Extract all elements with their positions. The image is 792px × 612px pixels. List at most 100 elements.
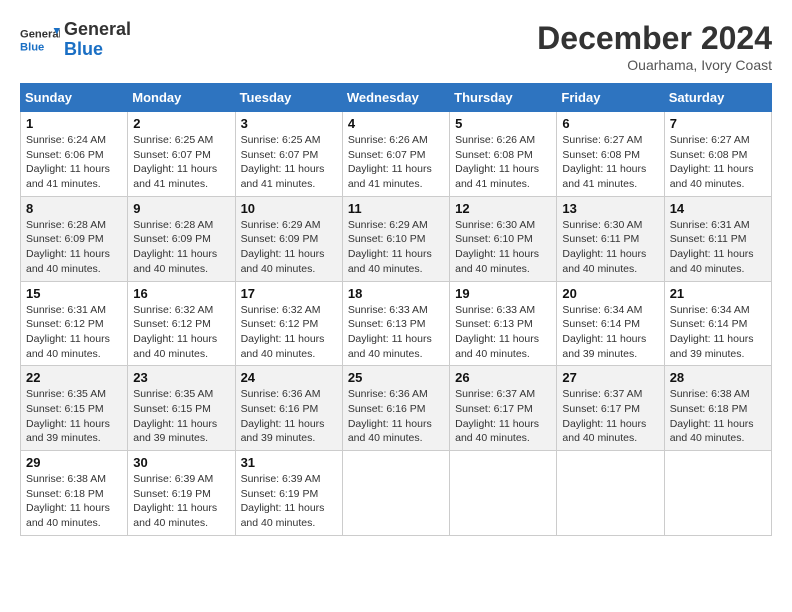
day-info: Sunrise: 6:35 AMSunset: 6:15 PMDaylight:… bbox=[26, 387, 122, 446]
day-number: 15 bbox=[26, 286, 122, 301]
logo: General Blue General Blue bbox=[20, 20, 131, 60]
calendar-cell bbox=[342, 451, 449, 536]
day-info: Sunrise: 6:38 AMSunset: 6:18 PMDaylight:… bbox=[670, 387, 766, 446]
calendar-cell: 12 Sunrise: 6:30 AMSunset: 6:10 PMDayligh… bbox=[450, 196, 557, 281]
calendar-cell bbox=[664, 451, 771, 536]
day-info: Sunrise: 6:24 AMSunset: 6:06 PMDaylight:… bbox=[26, 133, 122, 192]
calendar-cell: 25Sunrise: 6:36 AMSunset: 6:16 PMDayligh… bbox=[342, 366, 449, 451]
day-number: 6 bbox=[562, 116, 658, 131]
calendar-cell: 3Sunrise: 6:25 AMSunset: 6:07 PMDaylight… bbox=[235, 112, 342, 197]
page-header: General Blue General Blue December 2024 … bbox=[20, 20, 772, 73]
weekday-header-thursday: Thursday bbox=[450, 84, 557, 112]
day-info: Sunrise: 6:30 AMSunset: 6:11 PMDaylight:… bbox=[562, 218, 658, 277]
calendar-cell: 2Sunrise: 6:25 AMSunset: 6:07 PMDaylight… bbox=[128, 112, 235, 197]
calendar-cell: 23 Sunrise: 6:35 AMSunset: 6:15 PMDayligh… bbox=[128, 366, 235, 451]
weekday-header-tuesday: Tuesday bbox=[235, 84, 342, 112]
calendar-cell: 28Sunrise: 6:38 AMSunset: 6:18 PMDayligh… bbox=[664, 366, 771, 451]
day-info: Sunrise: 6:38 AMSunset: 6:18 PMDaylight:… bbox=[26, 472, 122, 531]
calendar-cell: 21Sunrise: 6:34 AMSunset: 6:14 PMDayligh… bbox=[664, 281, 771, 366]
day-number: 4 bbox=[348, 116, 444, 131]
day-info: Sunrise: 6:39 AMSunset: 6:19 PMDaylight:… bbox=[241, 472, 337, 531]
day-number: 24 bbox=[241, 370, 337, 385]
calendar-week-row: 1 Sunrise: 6:24 AMSunset: 6:06 PMDaylight… bbox=[21, 112, 772, 197]
calendar-cell: 6 Sunrise: 6:27 AMSunset: 6:08 PMDaylight… bbox=[557, 112, 664, 197]
weekday-header-monday: Monday bbox=[128, 84, 235, 112]
day-number: 12 bbox=[455, 201, 551, 216]
calendar-cell: 17 Sunrise: 6:32 AMSunset: 6:12 PMDayligh… bbox=[235, 281, 342, 366]
month-year: December 2024 bbox=[537, 20, 772, 57]
day-info: Sunrise: 6:32 AMSunset: 6:12 PMDaylight:… bbox=[133, 303, 229, 362]
logo-icon: General Blue bbox=[20, 20, 60, 60]
weekday-header-wednesday: Wednesday bbox=[342, 84, 449, 112]
day-info: Sunrise: 6:26 AMSunset: 6:08 PMDaylight:… bbox=[455, 133, 551, 192]
day-number: 14 bbox=[670, 201, 766, 216]
calendar-cell: 30Sunrise: 6:39 AMSunset: 6:19 PMDayligh… bbox=[128, 451, 235, 536]
day-info: Sunrise: 6:30 AMSunset: 6:10 PMDaylight:… bbox=[455, 218, 551, 277]
day-number: 18 bbox=[348, 286, 444, 301]
title-area: December 2024 Ouarhama, Ivory Coast bbox=[537, 20, 772, 73]
calendar-cell: 11 Sunrise: 6:29 AMSunset: 6:10 PMDayligh… bbox=[342, 196, 449, 281]
day-info: Sunrise: 6:28 AMSunset: 6:09 PMDaylight:… bbox=[133, 218, 229, 277]
day-info: Sunrise: 6:26 AMSunset: 6:07 PMDaylight:… bbox=[348, 133, 444, 192]
day-number: 10 bbox=[241, 201, 337, 216]
day-number: 27 bbox=[562, 370, 658, 385]
calendar-cell: 29 Sunrise: 6:38 AMSunset: 6:18 PMDayligh… bbox=[21, 451, 128, 536]
calendar-cell: 5 Sunrise: 6:26 AMSunset: 6:08 PMDaylight… bbox=[450, 112, 557, 197]
calendar-week-row: 22 Sunrise: 6:35 AMSunset: 6:15 PMDayligh… bbox=[21, 366, 772, 451]
day-info: Sunrise: 6:27 AMSunset: 6:08 PMDaylight:… bbox=[562, 133, 658, 192]
calendar-cell: 7 Sunrise: 6:27 AMSunset: 6:08 PMDaylight… bbox=[664, 112, 771, 197]
day-number: 19 bbox=[455, 286, 551, 301]
day-info: Sunrise: 6:29 AMSunset: 6:09 PMDaylight:… bbox=[241, 218, 337, 277]
day-info: Sunrise: 6:33 AMSunset: 6:13 PMDaylight:… bbox=[348, 303, 444, 362]
day-number: 17 bbox=[241, 286, 337, 301]
calendar-cell: 31 Sunrise: 6:39 AMSunset: 6:19 PMDayligh… bbox=[235, 451, 342, 536]
day-info: Sunrise: 6:34 AMSunset: 6:14 PMDaylight:… bbox=[562, 303, 658, 362]
calendar-cell: 8 Sunrise: 6:28 AMSunset: 6:09 PMDaylight… bbox=[21, 196, 128, 281]
day-info: Sunrise: 6:33 AMSunset: 6:13 PMDaylight:… bbox=[455, 303, 551, 362]
calendar-week-row: 15Sunrise: 6:31 AMSunset: 6:12 PMDayligh… bbox=[21, 281, 772, 366]
calendar-cell: 4 Sunrise: 6:26 AMSunset: 6:07 PMDaylight… bbox=[342, 112, 449, 197]
day-number: 20 bbox=[562, 286, 658, 301]
calendar-cell: 20 Sunrise: 6:34 AMSunset: 6:14 PMDayligh… bbox=[557, 281, 664, 366]
day-number: 8 bbox=[26, 201, 122, 216]
day-number: 1 bbox=[26, 116, 122, 131]
calendar-cell: 19 Sunrise: 6:33 AMSunset: 6:13 PMDayligh… bbox=[450, 281, 557, 366]
day-number: 26 bbox=[455, 370, 551, 385]
day-number: 22 bbox=[26, 370, 122, 385]
day-info: Sunrise: 6:28 AMSunset: 6:09 PMDaylight:… bbox=[26, 218, 122, 277]
day-number: 31 bbox=[241, 455, 337, 470]
day-number: 2 bbox=[133, 116, 229, 131]
calendar-week-row: 29 Sunrise: 6:38 AMSunset: 6:18 PMDayligh… bbox=[21, 451, 772, 536]
day-info: Sunrise: 6:31 AMSunset: 6:11 PMDaylight:… bbox=[670, 218, 766, 277]
svg-text:Blue: Blue bbox=[20, 41, 44, 53]
day-number: 25 bbox=[348, 370, 444, 385]
day-number: 23 bbox=[133, 370, 229, 385]
calendar-cell: 13 Sunrise: 6:30 AMSunset: 6:11 PMDayligh… bbox=[557, 196, 664, 281]
calendar-cell: 18 Sunrise: 6:33 AMSunset: 6:13 PMDayligh… bbox=[342, 281, 449, 366]
day-number: 16 bbox=[133, 286, 229, 301]
calendar-cell bbox=[557, 451, 664, 536]
calendar-week-row: 8 Sunrise: 6:28 AMSunset: 6:09 PMDaylight… bbox=[21, 196, 772, 281]
day-info: Sunrise: 6:35 AMSunset: 6:15 PMDaylight:… bbox=[133, 387, 229, 446]
location: Ouarhama, Ivory Coast bbox=[537, 57, 772, 73]
calendar-cell: 15Sunrise: 6:31 AMSunset: 6:12 PMDayligh… bbox=[21, 281, 128, 366]
day-info: Sunrise: 6:27 AMSunset: 6:08 PMDaylight:… bbox=[670, 133, 766, 192]
day-number: 7 bbox=[670, 116, 766, 131]
logo-text: General Blue bbox=[64, 20, 131, 60]
day-number: 11 bbox=[348, 201, 444, 216]
day-number: 13 bbox=[562, 201, 658, 216]
day-info: Sunrise: 6:32 AMSunset: 6:12 PMDaylight:… bbox=[241, 303, 337, 362]
svg-text:General: General bbox=[20, 29, 60, 41]
day-info: Sunrise: 6:29 AMSunset: 6:10 PMDaylight:… bbox=[348, 218, 444, 277]
calendar-cell: 9Sunrise: 6:28 AMSunset: 6:09 PMDaylight… bbox=[128, 196, 235, 281]
day-number: 29 bbox=[26, 455, 122, 470]
day-info: Sunrise: 6:37 AMSunset: 6:17 PMDaylight:… bbox=[562, 387, 658, 446]
calendar-cell: 26Sunrise: 6:37 AMSunset: 6:17 PMDayligh… bbox=[450, 366, 557, 451]
day-number: 5 bbox=[455, 116, 551, 131]
day-number: 3 bbox=[241, 116, 337, 131]
calendar-cell: 16 Sunrise: 6:32 AMSunset: 6:12 PMDayligh… bbox=[128, 281, 235, 366]
weekday-header-friday: Friday bbox=[557, 84, 664, 112]
weekday-header-saturday: Saturday bbox=[664, 84, 771, 112]
calendar-cell: 1 Sunrise: 6:24 AMSunset: 6:06 PMDaylight… bbox=[21, 112, 128, 197]
weekday-header-row: SundayMondayTuesdayWednesdayThursdayFrid… bbox=[21, 84, 772, 112]
